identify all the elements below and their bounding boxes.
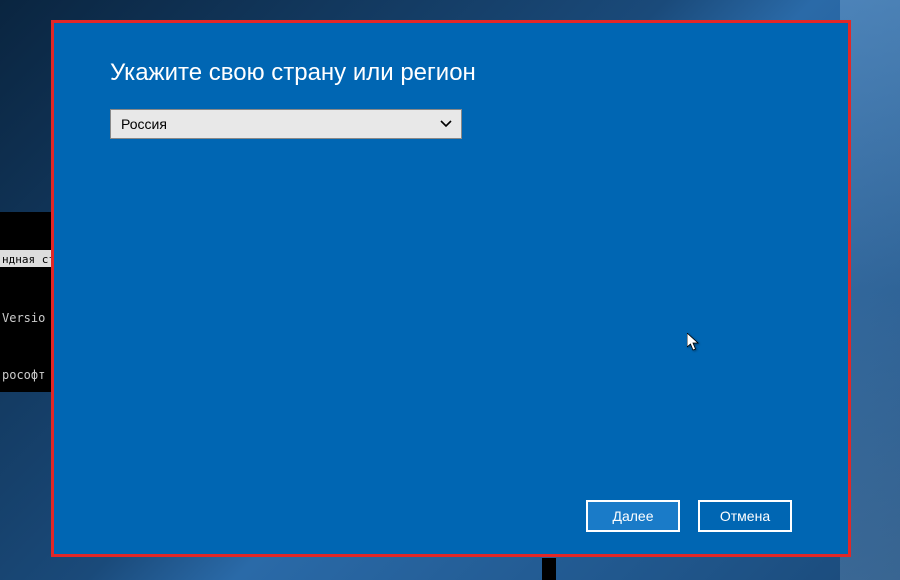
dialog-button-row: Далее Отмена: [586, 500, 792, 532]
cancel-button[interactable]: Отмена: [698, 500, 792, 532]
dialog-title: Укажите свою страну или регион: [110, 59, 792, 87]
chevron-down-icon: [439, 117, 453, 131]
next-button[interactable]: Далее: [586, 500, 680, 532]
region-selected-value: Россия: [121, 116, 167, 132]
cmd-line: рософт: [2, 366, 58, 385]
region-dropdown[interactable]: Россия: [110, 109, 462, 139]
cmd-line: Versio: [2, 309, 58, 328]
region-dialog: Укажите свою страну или регион Россия Да…: [51, 20, 851, 557]
black-strip: [542, 558, 556, 580]
